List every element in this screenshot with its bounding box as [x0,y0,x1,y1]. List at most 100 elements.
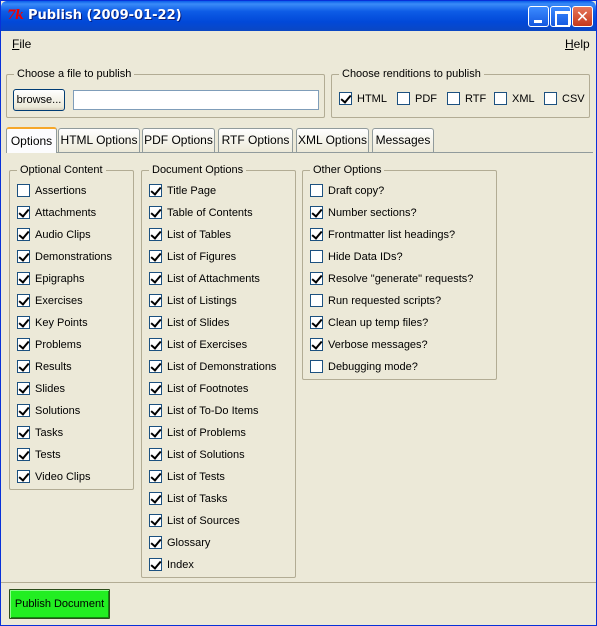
option-label: Results [35,361,72,373]
window-title: Publish (2009-01-22) [28,8,182,23]
option-label: List of Demonstrations [167,361,277,373]
tab-html-options[interactable]: HTML Options [58,128,140,152]
browse-button[interactable]: browse... [13,89,65,111]
tab-messages[interactable]: Messages [372,128,434,152]
checkbox[interactable] [310,338,323,351]
option-label: Number sections? [328,207,417,219]
option-label: Assertions [35,185,87,197]
checkbox[interactable] [149,404,162,417]
tab-xml-options[interactable]: XML Options [296,128,369,152]
renditions-legend: Choose renditions to publish [339,67,484,81]
checkbox[interactable] [310,206,323,219]
option-label: Epigraphs [35,273,85,285]
checkbox[interactable] [17,338,30,351]
checkbox[interactable] [310,316,323,329]
checkbox[interactable] [17,272,30,285]
close-icon: ✕ [575,7,590,26]
rendition-label: XML [512,93,535,105]
option-label: List of Tables [167,229,232,241]
checkbox[interactable] [17,250,30,263]
checkbox[interactable] [17,294,30,307]
option-label: List of Exercises [167,339,248,351]
minimize-button[interactable] [528,6,549,27]
file-chooser-legend: Choose a file to publish [14,67,135,81]
checkbox[interactable] [149,448,162,461]
option-label: Table of Contents [167,207,253,219]
tk-feather-icon: 7k [7,8,24,23]
checkbox[interactable] [310,294,323,307]
checkbox[interactable] [149,514,162,527]
checkbox[interactable] [310,184,323,197]
publish-document-button[interactable]: Publish Document [9,589,110,619]
menu-file[interactable]: File [12,37,31,51]
checkbox[interactable] [149,206,162,219]
checkbox[interactable] [149,360,162,373]
document-options-legend: Document Options [149,163,247,177]
checkbox[interactable] [17,316,30,329]
option-label: List of Attachments [167,273,260,285]
option-label: Tasks [35,427,64,439]
checkbox[interactable] [339,92,352,105]
option-label: List of Sources [167,515,240,527]
title-bar[interactable]: 7k Publish (2009-01-22) ✕ [1,1,596,31]
option-label: Draft copy? [328,185,385,197]
checkbox[interactable] [149,558,162,571]
menu-help[interactable]: Help [565,37,590,51]
checkbox[interactable] [544,92,557,105]
checkbox[interactable] [494,92,507,105]
optional-content-group: Optional Content Assertions Attachments Au… [9,163,134,490]
checkbox[interactable] [447,92,460,105]
checkbox[interactable] [17,228,30,241]
option-label: List of Problems [167,427,246,439]
checkbox[interactable] [17,404,30,417]
checkbox[interactable] [17,382,30,395]
checkbox[interactable] [17,360,30,373]
checkbox[interactable] [149,228,162,241]
checkbox[interactable] [310,250,323,263]
close-button[interactable]: ✕ [572,6,593,27]
checkbox[interactable] [17,184,30,197]
option-label: Video Clips [35,471,91,483]
option-label: Title Page [167,185,217,197]
checkbox[interactable] [17,470,30,483]
checkbox[interactable] [310,228,323,241]
checkbox[interactable] [149,250,162,263]
option-label: List of Slides [167,317,230,329]
checkbox[interactable] [397,92,410,105]
tab-options[interactable]: Options [6,127,57,153]
rendition-label: CSV [562,93,585,105]
option-label: Solutions [35,405,81,417]
checkbox[interactable] [310,272,323,285]
checkbox[interactable] [149,294,162,307]
option-label: Run requested scripts? [328,295,442,307]
checkbox[interactable] [149,382,162,395]
checkbox[interactable] [149,492,162,505]
option-label: Exercises [35,295,83,307]
checkbox[interactable] [149,338,162,351]
option-label: Key Points [35,317,88,329]
publish-window: 7k Publish (2009-01-22) ✕ File Help Choo… [0,0,597,626]
option-label: Demonstrations [35,251,113,263]
rendition-label: RTF [465,93,487,105]
checkbox[interactable] [149,426,162,439]
checkbox[interactable] [149,272,162,285]
option-label: List of Solutions [167,449,245,461]
checkbox[interactable] [149,536,162,549]
checkbox[interactable] [149,184,162,197]
option-label: Verbose messages? [328,339,428,351]
optional-content-legend: Optional Content [17,163,106,177]
other-options-group: Other Options Draft copy? Number sections… [302,163,497,380]
checkbox[interactable] [149,316,162,329]
checkbox[interactable] [17,206,30,219]
tab-pdf-options[interactable]: PDF Options [142,128,215,152]
option-label: Hide Data IDs? [328,251,403,263]
checkbox[interactable] [310,360,323,373]
file-path-input[interactable] [73,90,319,110]
option-label: Slides [35,383,65,395]
maximize-button[interactable] [550,6,571,27]
checkbox[interactable] [149,470,162,483]
tab-rtf-options[interactable]: RTF Options [218,128,293,152]
checkbox[interactable] [17,448,30,461]
rendition-label: PDF [415,93,437,105]
checkbox[interactable] [17,426,30,439]
